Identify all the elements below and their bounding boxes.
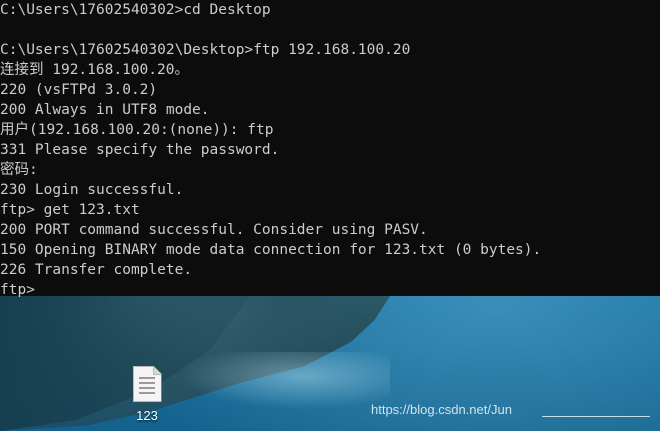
- sea-foam: [170, 352, 390, 412]
- terminal-line: 226 Transfer complete.: [0, 262, 193, 278]
- terminal-line: 200 PORT command successful. Consider us…: [0, 222, 428, 238]
- text-file-icon: [132, 366, 162, 402]
- terminal-line: 220 (vsFTPd 3.0.2): [0, 82, 158, 98]
- terminal-prompt[interactable]: ftp>: [0, 280, 660, 300]
- terminal-line: 150 Opening BINARY mode data connection …: [0, 242, 542, 258]
- terminal-line: C:\Users\17602540302\Desktop>ftp 192.168…: [0, 42, 411, 58]
- watermark: https://blog.csdn.net/Jun: [371, 402, 512, 417]
- terminal-line: 用户(192.168.100.20:(none)): ftp: [0, 122, 274, 138]
- watermark-underline: [542, 416, 650, 417]
- terminal-line: ftp> get 123.txt: [0, 202, 140, 218]
- terminal-line: 331 Please specify the password.: [0, 142, 280, 158]
- terminal-line: 密码:: [0, 162, 38, 178]
- terminal-line: 200 Always in UTF8 mode.: [0, 102, 210, 118]
- terminal-line: C:\Users\17602540302>cd Desktop: [0, 2, 271, 18]
- desktop-file-123[interactable]: 123: [122, 362, 172, 426]
- terminal-line: 连接到 192.168.100.20。: [0, 62, 189, 78]
- terminal-line: 230 Login successful.: [0, 182, 184, 198]
- terminal-window[interactable]: C:\Users\17602540302>cd Desktop C:\Users…: [0, 0, 660, 298]
- desktop-file-label: 123: [136, 408, 158, 423]
